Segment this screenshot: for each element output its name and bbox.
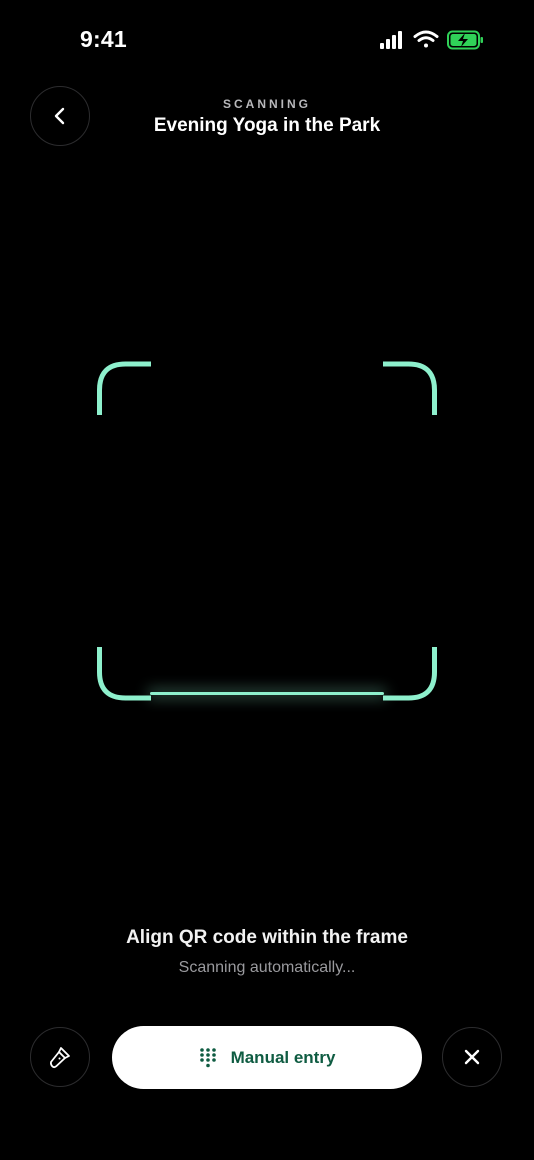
status-time: 9:41 [80,26,127,52]
frame-corner-bottom-left [97,647,151,701]
frame-corner-bottom-right [383,647,437,701]
keypad-icon [199,1047,216,1067]
frame-corner-top-left [97,361,151,415]
flashlight-icon [50,1047,70,1069]
manual-entry-label: Manual entry [230,1047,336,1067]
header-eyebrow: SCANNING [222,97,311,111]
page-title: Evening Yoga in the Park [153,115,381,136]
flashlight-button[interactable] [30,1027,90,1087]
wifi-icon [413,30,439,48]
scanner-frame [97,361,437,701]
signal-icon [380,31,402,49]
instruction-title: Align QR code within the frame [126,927,408,948]
manual-entry-button[interactable]: Manual entry [112,1026,422,1089]
frame-corner-top-right [383,361,437,415]
close-icon [464,1049,480,1065]
status-icons [378,28,488,52]
battery-charging-icon [447,30,483,50]
instruction-subtitle: Scanning automatically... [178,959,356,976]
close-button[interactable] [442,1027,502,1087]
